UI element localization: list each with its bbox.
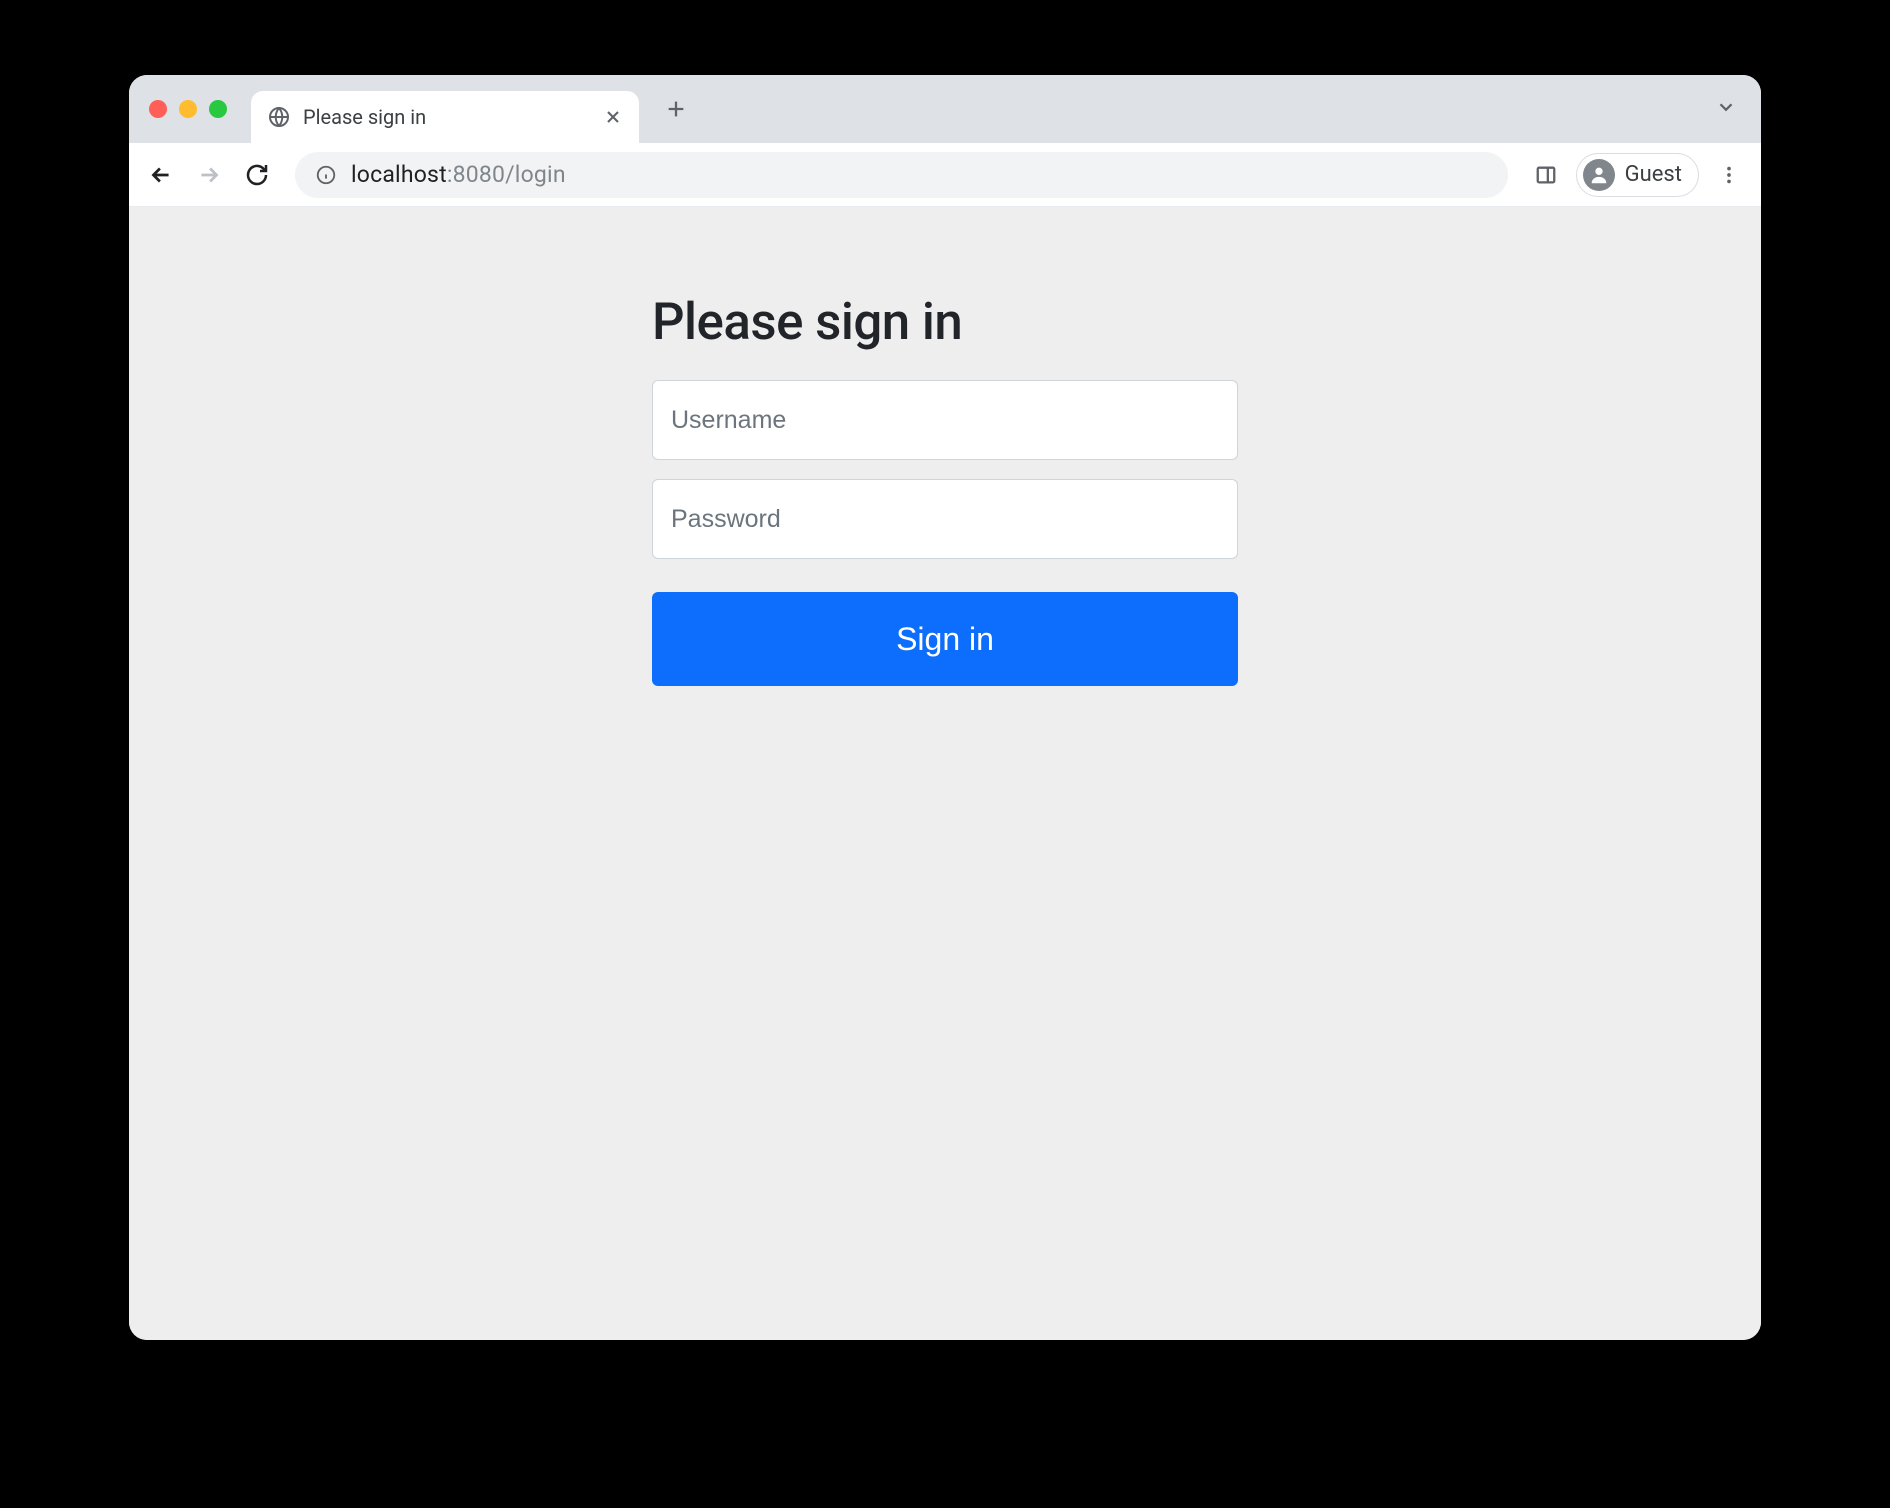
sign-in-button[interactable]: Sign in (652, 592, 1238, 686)
url-text: localhost:8080/login (351, 161, 566, 188)
window-controls (149, 100, 227, 118)
url-path: :8080/login (447, 161, 566, 188)
address-bar[interactable]: localhost:8080/login (295, 152, 1508, 198)
profile-button[interactable]: Guest (1576, 153, 1699, 197)
login-form: Please sign in Sign in (652, 293, 1238, 1340)
browser-tab[interactable]: Please sign in (251, 91, 639, 143)
window-maximize-button[interactable] (209, 100, 227, 118)
profile-label: Guest (1625, 162, 1682, 187)
globe-icon (267, 105, 291, 129)
back-button[interactable] (141, 155, 181, 195)
window-minimize-button[interactable] (179, 100, 197, 118)
toolbar-right: Guest (1526, 153, 1749, 197)
reload-button[interactable] (237, 155, 277, 195)
tab-title: Please sign in (303, 105, 603, 129)
forward-button[interactable] (189, 155, 229, 195)
avatar-icon (1583, 159, 1615, 191)
menu-button[interactable] (1709, 155, 1749, 195)
browser-window: Please sign in (129, 75, 1761, 1340)
new-tab-button[interactable] (657, 90, 695, 128)
username-field[interactable] (652, 380, 1238, 460)
window-close-button[interactable] (149, 100, 167, 118)
close-tab-icon[interactable] (603, 107, 623, 127)
browser-toolbar: localhost:8080/login Guest (129, 143, 1761, 207)
page-viewport: Please sign in Sign in (129, 207, 1761, 1340)
password-field[interactable] (652, 479, 1238, 559)
site-info-icon[interactable] (315, 164, 337, 186)
tabs-dropdown-button[interactable] (1715, 96, 1737, 122)
url-host: localhost (351, 161, 447, 188)
tab-strip: Please sign in (129, 75, 1761, 143)
page-title: Please sign in (652, 293, 1238, 352)
side-panel-button[interactable] (1526, 155, 1566, 195)
